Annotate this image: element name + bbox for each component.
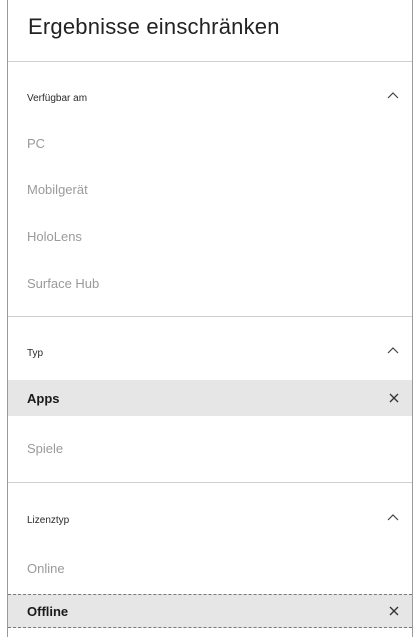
close-icon[interactable] — [388, 392, 400, 404]
filter-option-label: PC — [27, 135, 46, 151]
filter-option-hololens[interactable]: HoloLens — [8, 221, 412, 251]
chevron-up-icon[interactable] — [386, 510, 400, 524]
close-icon[interactable] — [388, 605, 400, 617]
section-header-verfuegbar-am: Verfügbar am — [27, 93, 88, 104]
filter-panel: Ergebnisse einschränken Verfügbar am PC … — [7, 0, 413, 637]
filter-option-label: Mobilgerät — [27, 181, 88, 197]
chevron-up-icon[interactable] — [386, 88, 400, 102]
filter-option-label: Apps — [27, 390, 60, 406]
filter-option-label: Offline — [27, 603, 69, 619]
filter-option-apps-selected[interactable]: Apps — [8, 380, 412, 416]
filter-option-mobilgeraet[interactable]: Mobilgerät — [8, 174, 412, 204]
divider — [8, 482, 412, 483]
filter-option-online[interactable]: Online — [8, 553, 412, 583]
filter-option-label: HoloLens — [27, 228, 82, 244]
filter-option-surface-hub[interactable]: Surface Hub — [8, 268, 412, 298]
panel-title: Ergebnisse einschränken — [28, 14, 280, 39]
filter-option-label: Spiele — [27, 440, 64, 456]
filter-option-spiele[interactable]: Spiele — [8, 433, 412, 463]
filter-option-label: Online — [27, 560, 65, 576]
section-header-lizenztyp: Lizenztyp — [27, 515, 70, 526]
filter-option-offline-selected[interactable]: Offline — [8, 594, 412, 628]
section-header-typ: Typ — [27, 348, 44, 359]
filter-option-pc[interactable]: PC — [8, 128, 412, 158]
chevron-up-icon[interactable] — [386, 343, 400, 357]
divider — [8, 61, 412, 62]
divider — [8, 316, 412, 317]
filter-option-label: Surface Hub — [27, 275, 100, 291]
